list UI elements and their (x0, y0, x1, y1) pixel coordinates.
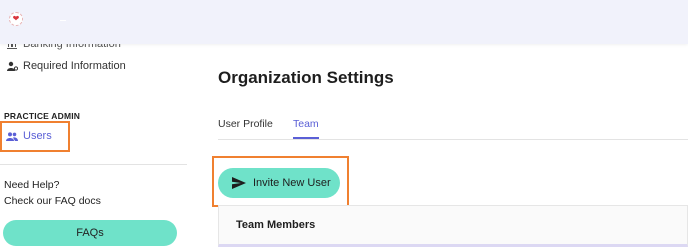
tab-user-profile[interactable]: User Profile (218, 118, 273, 130)
top-bar: ❤ (0, 0, 688, 44)
sidebar-item-users[interactable]: Users (6, 130, 52, 142)
faqs-button[interactable]: FAQs (3, 220, 177, 246)
invite-button-label: Invite New User (253, 177, 331, 189)
main-content: Organization Settings User Profile Team … (188, 44, 688, 247)
sidebar-divider (0, 164, 187, 165)
send-icon (232, 177, 246, 189)
sidebar-item-label: Users (23, 130, 52, 142)
help-subtitle: Check our FAQ docs (4, 195, 101, 207)
divider (60, 20, 66, 21)
tab-team[interactable]: Team (293, 118, 319, 139)
page-title: Organization Settings (218, 68, 394, 87)
heart-logo-icon[interactable]: ❤ (9, 12, 23, 26)
person-gear-icon (6, 61, 18, 71)
team-members-card: Team Members (218, 205, 688, 247)
help-title: Need Help? (4, 179, 60, 191)
practice-admin-heading: PRACTICE ADMIN (4, 111, 81, 121)
tab-bar: User Profile Team (218, 116, 688, 140)
invite-new-user-button[interactable]: Invite New User (218, 168, 340, 198)
team-members-title: Team Members (236, 219, 316, 231)
users-icon (6, 131, 18, 141)
sidebar-item-label: Required Information (23, 60, 126, 72)
sidebar-item-required-information[interactable]: Required Information (6, 60, 126, 72)
